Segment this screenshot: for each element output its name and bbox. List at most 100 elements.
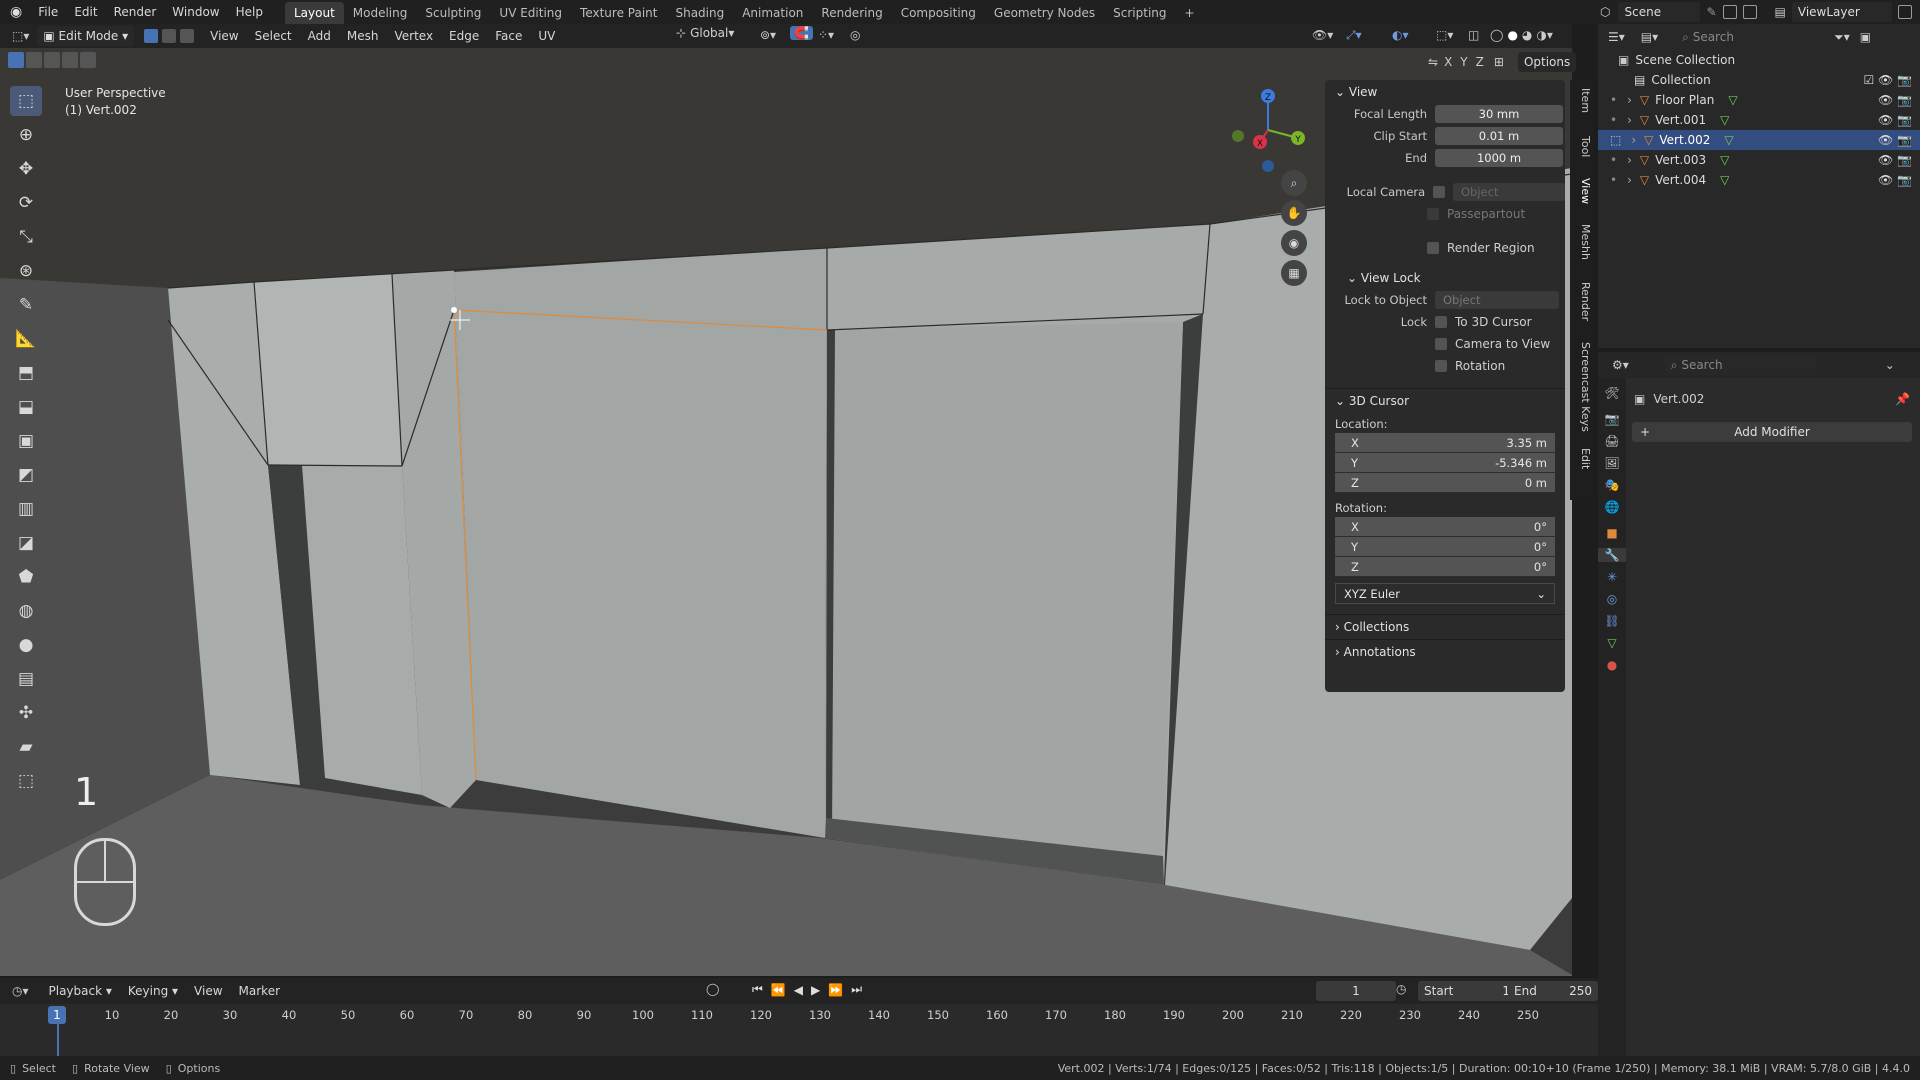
menu-playback[interactable]: Playback ▾ — [41, 979, 120, 1003]
new-scene-icon[interactable] — [1722, 5, 1737, 19]
mirror-z[interactable]: Z — [1476, 55, 1484, 69]
select-intersect-icon[interactable] — [80, 52, 96, 68]
expand-arrow-icon[interactable]: › — [1627, 153, 1632, 167]
menu-help[interactable]: Help — [228, 0, 271, 24]
tab-geometry-nodes[interactable]: Geometry Nodes — [985, 2, 1104, 24]
display-mode-icon[interactable]: ▤▾ — [1641, 30, 1658, 44]
editor-type-icon[interactable]: ⬚▾ — [12, 29, 29, 43]
view-section-header[interactable]: ⌄ View — [1325, 80, 1565, 104]
render-tab-icon[interactable]: 📷 — [1598, 412, 1626, 426]
clip-start-field[interactable]: 0.01 m — [1435, 127, 1563, 145]
rotation-mode-dropdown[interactable]: XYZ Euler ⌄ — [1335, 583, 1555, 604]
current-frame-field[interactable]: 1 — [1316, 981, 1396, 1001]
add-modifier-button[interactable]: + Add Modifier — [1632, 422, 1912, 442]
select-extend-icon[interactable] — [26, 52, 42, 68]
jump-start-icon[interactable]: ⏮ — [752, 982, 763, 997]
menu-view[interactable]: View — [202, 24, 246, 48]
edit-mode-row-icon[interactable]: ⬚ — [1610, 133, 1621, 147]
outliner-item-vert-002[interactable]: ⬚ › ▽ Vert.002 ▽ 👁 📷 — [1598, 130, 1920, 150]
cursor-location-y[interactable]: Y -5.346 m — [1335, 453, 1555, 473]
menu-edge[interactable]: Edge — [441, 24, 487, 48]
zoom-icon[interactable]: ⌕ — [1281, 170, 1307, 196]
cursor-rotation-x[interactable]: X 0° — [1335, 517, 1555, 537]
rotate-tool-icon[interactable]: ⟳ — [10, 188, 42, 218]
sidebar-tab-view[interactable]: View — [1570, 178, 1592, 204]
loop-cut-tool-icon[interactable]: ▥ — [10, 494, 42, 524]
sidebar-tab-screencast-keys[interactable]: Screencast Keys — [1570, 342, 1592, 432]
modifier-tab-icon[interactable]: 🔧 — [1598, 548, 1626, 562]
pin-icon[interactable]: ✎ — [1706, 5, 1716, 19]
sidebar-tab-render[interactable]: Render — [1570, 282, 1592, 321]
collections-section-header[interactable]: › Collections — [1325, 615, 1565, 640]
shrink-fatten-tool-icon[interactable]: ✣ — [10, 698, 42, 728]
smooth-tool-icon[interactable]: ● — [10, 630, 42, 660]
measure-tool-icon[interactable]: 📐 — [10, 324, 42, 354]
scene-tab-icon[interactable]: 🎭 — [1598, 478, 1626, 492]
camera-to-view-checkbox[interactable] — [1435, 338, 1447, 350]
menu-timeline-view[interactable]: View — [186, 979, 230, 1003]
delete-scene-icon[interactable] — [1742, 5, 1757, 19]
add-workspace-button[interactable]: + — [1176, 2, 1204, 24]
lock-to-object-field[interactable]: Object — [1435, 291, 1559, 309]
expand-arrow-icon[interactable]: › — [1627, 93, 1632, 107]
menu-file[interactable]: File — [30, 0, 66, 24]
mesh-data-icon[interactable]: ▽ — [1728, 93, 1737, 107]
viewlayer-selector[interactable]: ViewLayer — [1791, 2, 1892, 22]
auto-keying-icon[interactable]: ◯ — [706, 982, 719, 996]
timeline-ruler[interactable]: 1 10 20 30 40 50 60 70 80 90 100 110 120 130 140 150 16… — [0, 1004, 1598, 1056]
mirror-y[interactable]: Y — [1460, 55, 1467, 69]
tab-scripting[interactable]: Scripting — [1104, 2, 1175, 24]
xray-icon[interactable]: ◫ — [1468, 28, 1479, 42]
jump-keyframe-back-icon[interactable]: ⏪ — [771, 983, 786, 997]
object-visibility-icons[interactable]: 👁 📷 — [1878, 173, 1912, 187]
physics-tab-icon[interactable]: ◎ — [1598, 592, 1626, 606]
menu-uv[interactable]: UV — [530, 24, 563, 48]
clip-end-field[interactable]: 1000 m — [1435, 149, 1563, 167]
new-viewlayer-icon[interactable] — [1897, 5, 1912, 19]
outliner-editor-icon[interactable]: ☰▾ — [1608, 30, 1625, 44]
select-subtract-icon[interactable] — [44, 52, 60, 68]
sidebar-tab-meshh[interactable]: Meshh — [1570, 224, 1592, 260]
scale-tool-icon[interactable]: ⤡ — [10, 222, 42, 252]
play-reverse-icon[interactable]: ◀ — [794, 983, 803, 997]
expand-arrow-icon[interactable]: › — [1627, 113, 1632, 127]
jump-end-icon[interactable]: ⏭ — [851, 982, 862, 997]
constraints-tab-icon[interactable]: ⛓ — [1598, 614, 1626, 628]
knife-tool-icon[interactable]: ◪ — [10, 528, 42, 558]
outliner-item-vert-004[interactable]: • › ▽ Vert.004 ▽ 👁 📷 — [1598, 170, 1920, 190]
menu-vertex[interactable]: Vertex — [386, 24, 441, 48]
cursor-location-z[interactable]: Z 0 m — [1335, 473, 1555, 493]
new-collection-icon[interactable]: ▣ — [1860, 30, 1871, 44]
lock-rotation-checkbox[interactable] — [1435, 360, 1447, 372]
tab-compositing[interactable]: Compositing — [892, 2, 985, 24]
view-layer-tab-icon[interactable]: 🖼 — [1598, 456, 1626, 470]
world-tab-icon[interactable]: 🌐 — [1598, 500, 1626, 514]
outliner-item-vert-003[interactable]: • › ▽ Vert.003 ▽ 👁 📷 — [1598, 150, 1920, 170]
collection-visibility-icons[interactable]: ☑ 👁 📷 — [1863, 73, 1912, 87]
jump-keyframe-forward-icon[interactable]: ⏩ — [828, 983, 843, 997]
object-visibility-icons[interactable]: 👁 📷 — [1878, 93, 1912, 107]
passepartout-checkbox[interactable] — [1427, 208, 1439, 220]
material-tab-icon[interactable]: ● — [1598, 658, 1626, 672]
pan-hand-icon[interactable]: ✋ — [1281, 200, 1307, 226]
add-cube-tool-icon[interactable]: ⬒ — [10, 358, 42, 388]
annotate-tool-icon[interactable]: ✎ — [10, 290, 42, 320]
mesh-data-icon[interactable]: ▽ — [1720, 153, 1729, 167]
poly-build-tool-icon[interactable]: ⬟ — [10, 562, 42, 592]
scene-icon[interactable]: ⬡ — [1600, 5, 1610, 19]
topology-mirror-icon[interactable]: ⊞ — [1494, 55, 1504, 69]
tab-modeling[interactable]: Modeling — [344, 2, 417, 24]
mesh-data-icon[interactable]: ▽ — [1720, 113, 1729, 127]
solid-shading-icon[interactable]: ● — [1507, 28, 1517, 42]
outliner-search-input[interactable]: ⌕ Search — [1676, 27, 1779, 47]
sidebar-tab-item[interactable]: Item — [1570, 88, 1592, 113]
sidebar-tab-edit[interactable]: Edit — [1570, 448, 1592, 469]
sidebar-tab-tool[interactable]: Tool — [1570, 136, 1592, 157]
filter-icon[interactable]: ⏷▾ — [1834, 30, 1850, 45]
menu-window[interactable]: Window — [164, 0, 227, 24]
scene-collection-row[interactable]: ▣ Scene Collection — [1598, 50, 1920, 70]
viewlayer-icon[interactable]: ▤ — [1775, 5, 1786, 19]
wireframe-shading-icon[interactable]: ◯ — [1490, 28, 1503, 42]
collection-row[interactable]: ▤ Collection ☑ 👁 📷 — [1598, 70, 1920, 90]
tab-layout[interactable]: Layout — [284, 1, 344, 24]
